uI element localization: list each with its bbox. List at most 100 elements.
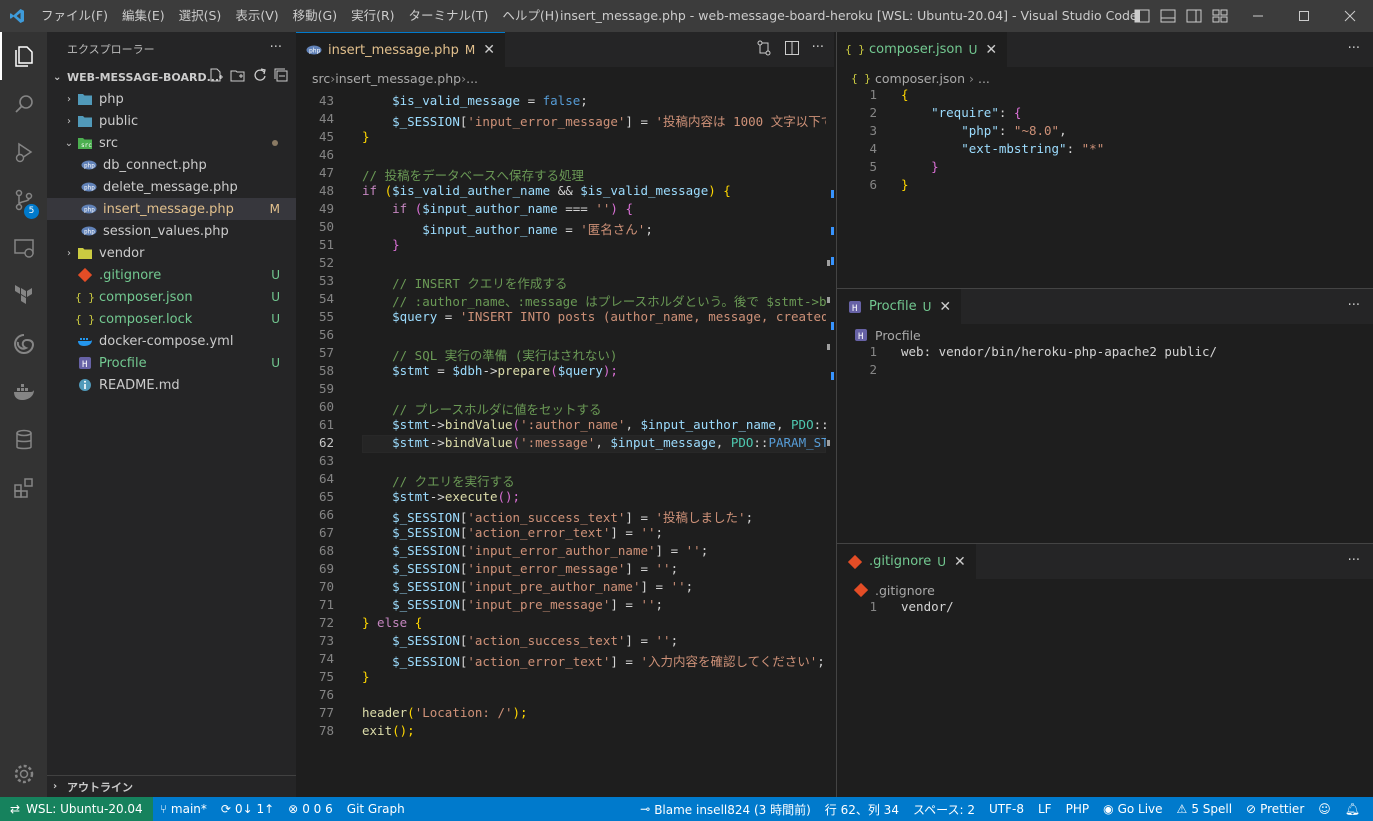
editor-more-icon[interactable]: ··· — [1348, 298, 1360, 313]
breadcrumb-item[interactable]: Procfile — [875, 328, 921, 343]
tree-item[interactable]: php db_connect.php — [47, 154, 296, 176]
tree-item[interactable]: ⌄ src src — [47, 132, 296, 154]
code-area[interactable]: 1 web: vendor/bin/heroku-php-apache2 publ… — [837, 346, 1367, 541]
toggle-sidebar-icon[interactable] — [1131, 0, 1153, 32]
code-line: } — [362, 669, 370, 684]
tree-item[interactable]: { } composer.json U — [47, 286, 296, 308]
edge-icon[interactable] — [0, 320, 47, 368]
code-token: = — [520, 93, 543, 108]
problems-item[interactable]: ⊗ 0 0 6 — [281, 802, 340, 816]
pane-tab[interactable]: .gitignore U ✕ — [837, 544, 976, 579]
menu-item[interactable]: 移動(G) — [286, 0, 344, 32]
sync-item[interactable]: ⟳ 0↓ 1↑ — [214, 802, 281, 816]
toggle-secondary-sidebar-icon[interactable] — [1183, 0, 1205, 32]
menu-item[interactable]: 編集(E) — [115, 0, 172, 32]
remote-indicator[interactable]: ⇄ WSL: Ubuntu-20.04 — [0, 797, 153, 821]
new-folder-icon[interactable] — [230, 68, 246, 85]
php-file-icon: php — [81, 201, 97, 217]
editor-more-icon[interactable]: ··· — [1348, 41, 1360, 56]
tree-item[interactable]: H Procfile U — [47, 352, 296, 374]
outline-section[interactable]: › アウトライン — [47, 775, 296, 797]
go-live[interactable]: ◉ Go Live — [1096, 802, 1169, 816]
extensions-icon[interactable] — [0, 464, 47, 512]
toggle-panel-icon[interactable] — [1157, 0, 1179, 32]
docker-icon[interactable] — [0, 368, 47, 416]
eol[interactable]: LF — [1031, 802, 1059, 816]
close-tab-icon[interactable]: ✕ — [985, 42, 997, 58]
remote-explorer-icon[interactable] — [0, 224, 47, 272]
collapse-all-icon[interactable] — [274, 68, 288, 85]
line-number: 63 — [318, 453, 334, 468]
tree-item[interactable]: { } composer.lock U — [47, 308, 296, 330]
tree-item[interactable]: php session_values.php — [47, 220, 296, 242]
refresh-icon[interactable] — [253, 68, 267, 85]
terraform-icon[interactable] — [0, 272, 47, 320]
branch-item[interactable]: ⑂ main* — [153, 802, 214, 816]
spell-check[interactable]: ⚠ 5 Spell — [1170, 802, 1240, 816]
close-window-icon[interactable] — [1327, 0, 1373, 32]
breadcrumb-item[interactable]: composer.json — [875, 71, 965, 86]
breadcrumb-item[interactable]: .gitignore — [875, 583, 935, 598]
workspace-root[interactable]: ⌄ WEB-MESSAGE-BOARD... — [47, 66, 296, 88]
source-control-icon[interactable]: 5 — [0, 176, 47, 224]
pane-tab[interactable]: H Procfile U ✕ — [837, 289, 962, 324]
cursor-position[interactable]: 行 62、列 34 — [818, 801, 906, 818]
tree-item[interactable]: php insert_message.php M — [47, 198, 296, 220]
breadcrumb-item[interactable]: insert_message.php — [335, 71, 461, 86]
run-debug-icon[interactable] — [0, 128, 47, 176]
close-tab-icon[interactable]: ✕ — [939, 299, 951, 315]
new-file-icon[interactable] — [209, 68, 223, 85]
language-mode[interactable]: PHP — [1059, 802, 1097, 816]
menu-item[interactable]: 選択(S) — [172, 0, 229, 32]
open-changes-icon[interactable] — [756, 40, 772, 60]
editor-more-icon[interactable]: ··· — [812, 40, 824, 60]
menu-item[interactable]: ファイル(F) — [34, 0, 115, 32]
more-actions-icon[interactable]: ··· — [270, 40, 282, 55]
search-icon[interactable] — [0, 80, 47, 128]
settings-gear-icon[interactable] — [0, 750, 47, 798]
code-area[interactable]: 1{2 "require": {3 "php": "~8.0", 4 "ext-m… — [837, 89, 1367, 286]
code-token: , — [715, 435, 731, 450]
split-editor-icon[interactable] — [784, 40, 800, 60]
language-label: PHP — [1065, 802, 1090, 816]
menu-item[interactable]: 表示(V) — [228, 0, 285, 32]
tree-item[interactable]: README.md — [47, 374, 296, 396]
code-token: PDO — [791, 417, 814, 432]
close-tab-icon[interactable]: ✕ — [954, 554, 966, 570]
close-tab-icon[interactable]: ✕ — [483, 42, 495, 58]
prettier[interactable]: ⊘ Prettier — [1239, 802, 1311, 816]
code-area[interactable]: 43 $is_valid_message = false; 44 $_SESSIO… — [296, 89, 826, 797]
tree-item[interactable]: docker-compose.yml — [47, 330, 296, 352]
git-graph-item[interactable]: Git Graph — [340, 802, 412, 816]
maximize-icon[interactable] — [1281, 0, 1327, 32]
feedback-icon[interactable]: ☺ — [1311, 802, 1338, 816]
minimize-icon[interactable] — [1235, 0, 1281, 32]
editor-more-icon[interactable]: ··· — [1348, 553, 1360, 568]
tree-item[interactable]: .gitignore U — [47, 264, 296, 286]
encoding[interactable]: UTF-8 — [982, 802, 1031, 816]
breadcrumb-item[interactable]: src — [312, 71, 330, 86]
menu-item[interactable]: ヘルプ(H) — [495, 0, 566, 32]
breadcrumb-item[interactable]: ... — [978, 71, 990, 86]
explorer-icon[interactable] — [0, 32, 47, 80]
pane-tab[interactable]: { } composer.json U ✕ — [837, 32, 1008, 67]
tree-item[interactable]: php delete_message.php — [47, 176, 296, 198]
tree-item[interactable]: › public — [47, 110, 296, 132]
customize-layout-icon[interactable] — [1209, 0, 1231, 32]
indentation[interactable]: スペース: 2 — [906, 801, 982, 818]
code-token: ; — [670, 633, 679, 648]
notifications-icon[interactable]: 🔔︎ — [1338, 802, 1367, 816]
blame-item[interactable]: ⊸ Blame insell824 (3 時間前) — [633, 801, 818, 818]
code-area[interactable]: 1 vendor/ — [837, 601, 1367, 798]
activity-bar: 5 — [0, 32, 47, 797]
code-line: $_SESSION['input_pre_author_name'] = ''; — [362, 579, 693, 594]
database-icon[interactable] — [0, 416, 47, 464]
tab-insert-message[interactable]: php insert_message.php M ✕ — [296, 32, 505, 67]
tree-item[interactable]: › php — [47, 88, 296, 110]
menu-item[interactable]: 実行(R) — [344, 0, 401, 32]
breadcrumb-item[interactable]: ... — [466, 71, 478, 86]
tree-item[interactable]: › vendor — [47, 242, 296, 264]
menu-item[interactable]: ターミナル(T) — [402, 0, 496, 32]
main-editor-group: php insert_message.php M ✕ ··· src › ins… — [296, 32, 834, 797]
